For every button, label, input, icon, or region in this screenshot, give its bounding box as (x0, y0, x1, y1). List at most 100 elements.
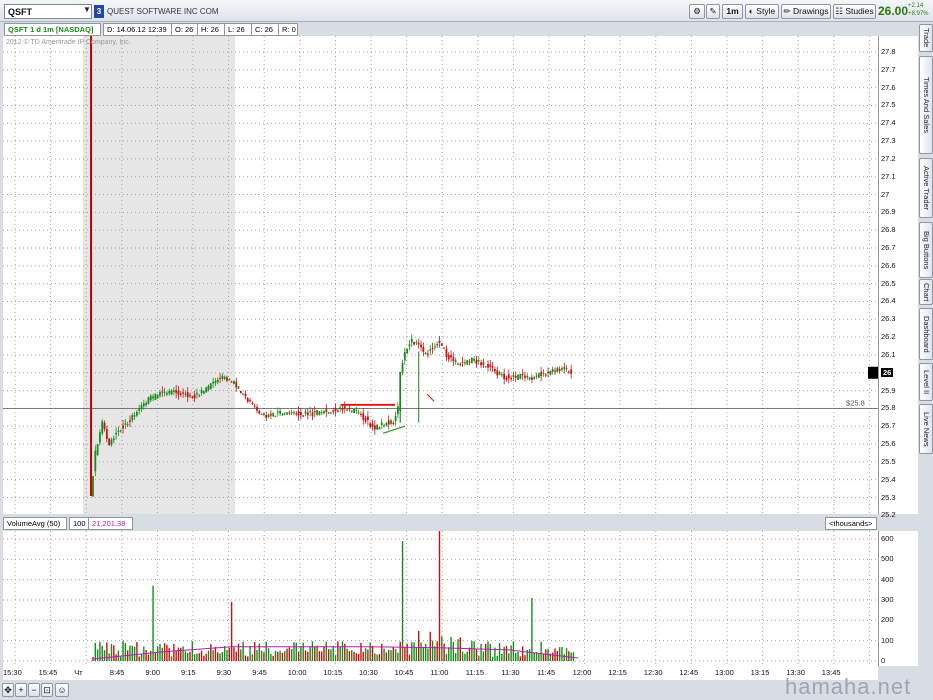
candle-body (567, 371, 570, 373)
volume-chart-area[interactable] (3, 514, 878, 666)
drawings-label: Drawings (793, 6, 829, 16)
price-level-label: $25.8 (846, 398, 865, 407)
candle-body (565, 368, 568, 370)
candle-body (306, 412, 309, 416)
volume-bar (214, 646, 217, 661)
side-tab-level-ii[interactable]: Level II (919, 363, 933, 401)
volume-bar (471, 640, 473, 661)
price-tick-label: 27.6 (881, 82, 896, 92)
candle-body (503, 373, 506, 380)
studies-button[interactable]: ☷ Studies (833, 4, 876, 19)
side-tab-dashboard[interactable]: Dashboard (919, 308, 933, 360)
candle-body (122, 425, 124, 429)
candle-body (281, 413, 284, 416)
candle-body (507, 374, 510, 379)
volume-bar (473, 641, 475, 661)
volume-bar (528, 649, 531, 661)
volume-bar (420, 642, 422, 661)
volume-bar (258, 643, 261, 661)
candle-body (415, 342, 418, 344)
style-button[interactable]: ◐ Style (745, 4, 779, 19)
period-button[interactable]: 1m (722, 4, 743, 19)
volume-bar (170, 656, 173, 661)
person-icon[interactable]: ☺ (55, 683, 69, 697)
volume-bar (219, 653, 221, 661)
candle-body (263, 413, 265, 416)
volume-bar (406, 643, 408, 661)
volume-bar (404, 647, 406, 661)
drawings-button[interactable]: ✏ Drawings (781, 4, 831, 19)
candle-body (147, 397, 150, 404)
symbol-link-badge[interactable]: 3 (94, 5, 104, 18)
price-tick-label: 26.4 (881, 296, 896, 306)
candle-body (424, 352, 427, 355)
side-tab-big-buttons[interactable]: Big Buttons (919, 222, 933, 278)
candle-body (202, 391, 205, 394)
volume-bar (131, 645, 133, 661)
volume-bar (152, 585, 154, 661)
side-tab-trade[interactable]: Trade (919, 24, 933, 52)
candle-body (355, 409, 358, 412)
volume-bar (351, 650, 353, 661)
candle-body (408, 344, 411, 347)
candle-body (473, 358, 476, 361)
pan-icon[interactable]: ✥ (2, 683, 14, 697)
volume-bar (325, 641, 328, 661)
price-chart-area[interactable]: $25.8 (3, 36, 878, 516)
candle-body (172, 390, 175, 392)
candle-body (170, 390, 173, 395)
candle-body (161, 391, 164, 393)
volume-bar (286, 648, 288, 661)
volume-bar (320, 651, 323, 661)
candle-body (221, 375, 224, 379)
candle-body (300, 412, 302, 416)
side-tab-times-and-sales[interactable]: Times And Sales (919, 56, 933, 154)
volume-bar (353, 651, 355, 661)
volume-bar (478, 655, 480, 661)
wrench-icon[interactable]: ✎ (706, 4, 720, 19)
volume-bar (415, 647, 418, 661)
candle-body (489, 364, 492, 367)
candle-body (362, 413, 365, 420)
volume-chart-svg (3, 514, 878, 666)
volume-bar (318, 651, 321, 661)
zoom-fit-icon[interactable]: ⊡ (41, 683, 53, 697)
price-tick-label: 25.6 (881, 439, 896, 449)
candle-body (230, 381, 233, 383)
candle-body (138, 408, 141, 411)
zoom-out-icon[interactable]: − (28, 683, 40, 697)
volume-bar (434, 646, 436, 661)
candle-body (491, 366, 494, 368)
volume-bar (251, 654, 254, 661)
volume-bar (510, 645, 512, 661)
candle-body (392, 423, 395, 425)
volume-bar (254, 642, 256, 661)
time-tick-label: 9:30 (216, 668, 232, 677)
zoom-in-icon[interactable]: + (15, 683, 27, 697)
candle-body (209, 383, 212, 390)
volume-bar (378, 654, 381, 661)
candle-body (135, 411, 138, 416)
volume-study-label[interactable]: VolumeAvg (50) (3, 517, 67, 530)
time-tick-label: 10:15 (323, 668, 343, 677)
candle-body (394, 416, 397, 421)
side-tab-active-trader[interactable]: Active Trader (919, 158, 933, 218)
symbol-input[interactable]: QSFT (4, 4, 92, 19)
volume-bar (166, 644, 168, 661)
volume-bar (542, 654, 545, 661)
time-axis[interactable]: 15:30 15:45 Чт 8:45 9:00 9:15 9:30 9:45 10:00 10:… (3, 666, 878, 680)
chevron-down-icon[interactable]: ▼ (82, 5, 92, 14)
volume-bar (205, 653, 207, 661)
candle-body (510, 377, 513, 380)
change-percent: +8.97% (908, 11, 929, 17)
side-tab-chart[interactable]: Chart (919, 279, 933, 305)
volume-bar (304, 650, 307, 661)
volume-bar (364, 648, 367, 661)
settings-icon[interactable]: ⚙ (689, 4, 705, 19)
volume-bar (572, 652, 575, 661)
side-tab-live-news[interactable]: Live News (919, 404, 933, 454)
price-axis[interactable]: 27.8 27.7 27.6 27.5 27.4 27.3 27.2 27.1 27 26.9 26… (878, 36, 918, 519)
time-tick-label: 11:45 (537, 668, 556, 677)
time-tick-label: 12:30 (643, 668, 663, 677)
candle-body (142, 403, 145, 407)
